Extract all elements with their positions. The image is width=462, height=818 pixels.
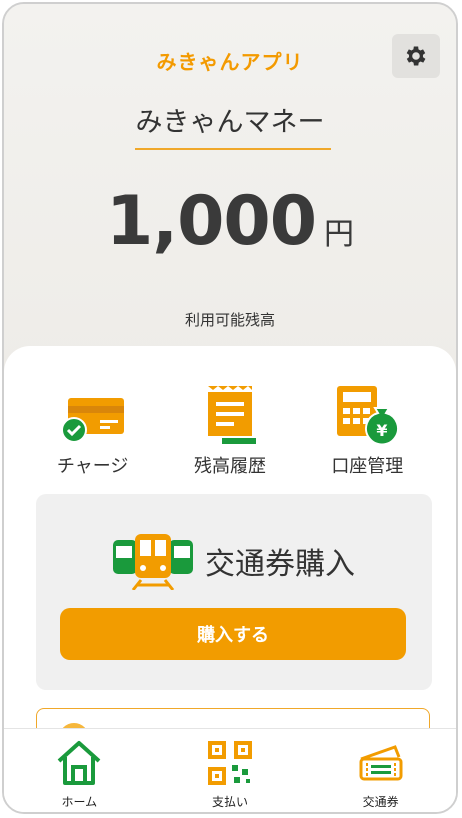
menu-account[interactable]: ¥ 口座管理	[317, 382, 417, 478]
tab-ticket-label: 交通券	[362, 795, 399, 809]
tab-pay[interactable]: 支払い	[170, 729, 290, 812]
header-area: みきゃんアプリ みきゃんマネー 1,000 円 利用可能残高	[4, 4, 456, 384]
phone-frame: みきゃんアプリ みきゃんマネー 1,000 円 利用可能残高 チャージ 残高履歴…	[2, 2, 458, 814]
tab-pay-label: 支払い	[211, 795, 248, 809]
ticket-card: 交通券購入 購入する	[36, 494, 432, 690]
tab-home-label: ホーム	[61, 795, 98, 809]
wallet-title: みきゃんマネー	[135, 107, 325, 138]
title-underline	[135, 148, 331, 150]
quick-menu: チャージ 残高履歴 ¥ 口座管理	[4, 382, 456, 478]
menu-account-label: 口座管理	[331, 456, 404, 477]
bottom-tab-bar: ホーム 支払い 交通券	[4, 728, 456, 812]
balance-display: 1,000 円	[4, 182, 456, 261]
menu-charge[interactable]: チャージ	[43, 382, 143, 478]
receipt-icon	[207, 386, 256, 444]
tab-home[interactable]: ホーム	[19, 729, 139, 812]
gear-icon	[406, 46, 426, 66]
tab-ticket[interactable]: 交通券	[321, 729, 441, 812]
balance-amount: 1,000	[105, 182, 317, 261]
ticket-card-title: 交通券購入	[205, 547, 355, 582]
ticket-card-header: 交通券購入	[36, 532, 432, 590]
app-title: みきゃんアプリ	[156, 50, 304, 74]
home-icon	[57, 741, 101, 785]
menu-history-label: 残高履歴	[193, 456, 266, 477]
balance-unit: 円	[324, 217, 355, 252]
balance-caption: 利用可能残高	[184, 311, 275, 329]
menu-charge-label: チャージ	[56, 456, 129, 477]
calculator-yen-icon: ¥	[337, 386, 400, 446]
svg-text:¥: ¥	[377, 421, 388, 440]
train-icon	[113, 534, 193, 590]
purchase-button[interactable]: 購入する	[60, 608, 406, 660]
qr-code-icon	[207, 741, 252, 785]
ticket-icon	[359, 745, 403, 781]
menu-history[interactable]: 残高履歴	[180, 382, 280, 478]
card-check-icon	[60, 398, 124, 443]
settings-button[interactable]	[392, 34, 440, 78]
